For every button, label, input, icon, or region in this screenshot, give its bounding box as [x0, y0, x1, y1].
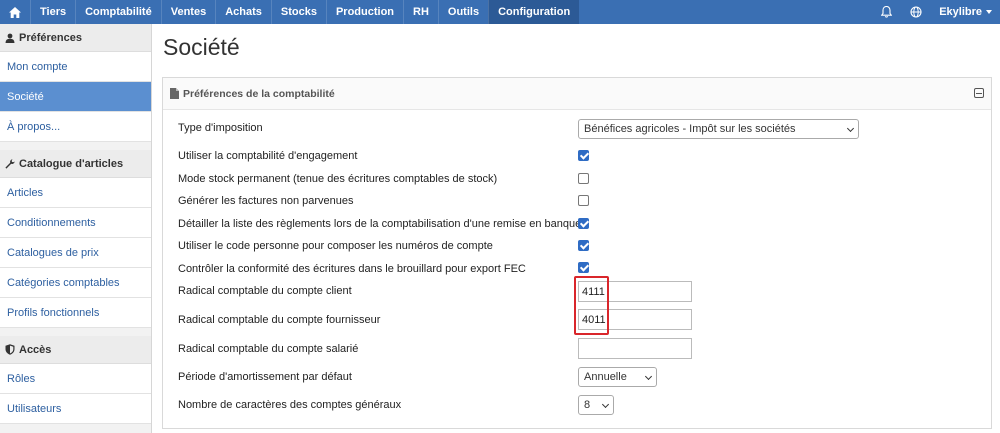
nav-outils[interactable]: Outils: [437, 0, 488, 24]
amortissement-select[interactable]: Annuelle: [578, 367, 657, 387]
sidebar-section-title: Préférences: [19, 31, 82, 44]
panel-header: Préférences de la comptabilité: [163, 78, 991, 110]
nav-ventes[interactable]: Ventes: [160, 0, 215, 24]
home-icon: [9, 6, 21, 18]
shield-icon: [5, 344, 15, 355]
engagement-label: Utiliser la comptabilité d'engagement: [178, 150, 358, 162]
nav-stocks[interactable]: Stocks: [270, 0, 326, 24]
stock-label: Mode stock permanent (tenue des écriture…: [178, 173, 498, 185]
nav-production[interactable]: Production: [325, 0, 403, 24]
engagement-checkbox[interactable]: [578, 150, 589, 161]
page-title: Société: [163, 34, 240, 60]
panel-title: Préférences de la comptabilité: [183, 87, 335, 100]
sidebar-item-roles[interactable]: Rôles: [0, 364, 151, 394]
sidebar-item-profils-fonctionnels[interactable]: Profils fonctionnels: [0, 298, 151, 328]
sidebar-item-conditionnements[interactable]: Conditionnements: [0, 208, 151, 238]
document-icon: [170, 88, 179, 99]
chevron-down-icon: [846, 124, 855, 133]
sidebar-section-catalogue: Catalogue d'articles: [0, 150, 151, 178]
sidebar-section-acces: Accès: [0, 336, 151, 364]
nb-caracteres-label: Nombre de caractères des comptes générau…: [178, 399, 402, 411]
imposition-label: Type d'imposition: [178, 122, 263, 134]
sidebar: Préférences Mon compte Société À propos.…: [0, 24, 152, 433]
accounting-preferences-panel: Préférences de la comptabilité Type d'im…: [162, 77, 992, 429]
sidebar-section-title: Accès: [19, 343, 52, 356]
fournisseur-radical-label: Radical comptable du compte fournisseur: [178, 314, 381, 326]
reglements-checkbox[interactable]: [578, 218, 589, 229]
client-radical-label: Radical comptable du compte client: [178, 285, 352, 297]
sidebar-section-title: Catalogue d'articles: [19, 157, 124, 170]
nav-achats[interactable]: Achats: [215, 0, 271, 24]
sidebar-item-utilisateurs[interactable]: Utilisateurs: [0, 394, 151, 424]
fec-checkbox[interactable]: [578, 262, 589, 273]
sidebar-item-mon-compte[interactable]: Mon compte: [0, 52, 151, 82]
user-name: Ekylibre: [939, 6, 982, 18]
nav-configuration[interactable]: Configuration: [488, 0, 580, 24]
factures-label: Générer les factures non parvenues: [178, 195, 354, 207]
sidebar-item-catalogues-de-prix[interactable]: Catalogues de prix: [0, 238, 151, 268]
caret-down-icon: [986, 10, 992, 14]
amortissement-label: Période d'amortissement par défaut: [178, 371, 352, 383]
language-button[interactable]: [901, 0, 931, 24]
notifications-button[interactable]: [871, 0, 901, 24]
imposition-selected-value: Bénéfices agricoles - Impôt sur les soci…: [584, 123, 796, 135]
chevron-down-icon: [601, 400, 610, 409]
code-personne-label: Utiliser le code personne pour composer …: [178, 240, 493, 252]
amortissement-selected-value: Annuelle: [584, 371, 627, 383]
wrench-icon: [5, 158, 15, 169]
collapse-panel-button[interactable]: [974, 88, 984, 98]
home-button[interactable]: [0, 0, 30, 24]
imposition-select[interactable]: Bénéfices agricoles - Impôt sur les soci…: [578, 119, 859, 139]
nb-caracteres-selected-value: 8: [584, 399, 591, 411]
salarie-radical-input[interactable]: [578, 338, 692, 359]
user-icon: [5, 33, 15, 43]
salarie-radical-label: Radical comptable du compte salarié: [178, 343, 359, 355]
stock-checkbox[interactable]: [578, 173, 589, 184]
bell-icon: [880, 6, 892, 18]
code-personne-checkbox[interactable]: [578, 240, 589, 251]
factures-checkbox[interactable]: [578, 195, 589, 206]
highlight-box: [574, 276, 609, 335]
nav-tiers[interactable]: Tiers: [30, 0, 75, 24]
nav-comptabilite[interactable]: Comptabilité: [75, 0, 161, 24]
sidebar-section-preferences: Préférences: [0, 24, 151, 52]
sidebar-item-societe[interactable]: Société: [0, 82, 151, 112]
reglements-label: Détailler la liste des règlements lors d…: [178, 218, 582, 230]
sidebar-item-articles[interactable]: Articles: [0, 178, 151, 208]
nav-rh[interactable]: RH: [403, 0, 438, 24]
sidebar-item-categories-comptables[interactable]: Catégories comptables: [0, 268, 151, 298]
sidebar-item-a-propos[interactable]: À propos...: [0, 112, 151, 142]
globe-icon: [910, 6, 922, 18]
nb-caracteres-select[interactable]: 8: [578, 395, 614, 415]
top-navbar: Tiers Comptabilité Ventes Achats Stocks …: [0, 0, 1000, 24]
fec-label: Contrôler la conformité des écritures da…: [178, 263, 526, 275]
chevron-down-icon: [644, 372, 653, 381]
user-menu[interactable]: Ekylibre: [931, 6, 1000, 18]
